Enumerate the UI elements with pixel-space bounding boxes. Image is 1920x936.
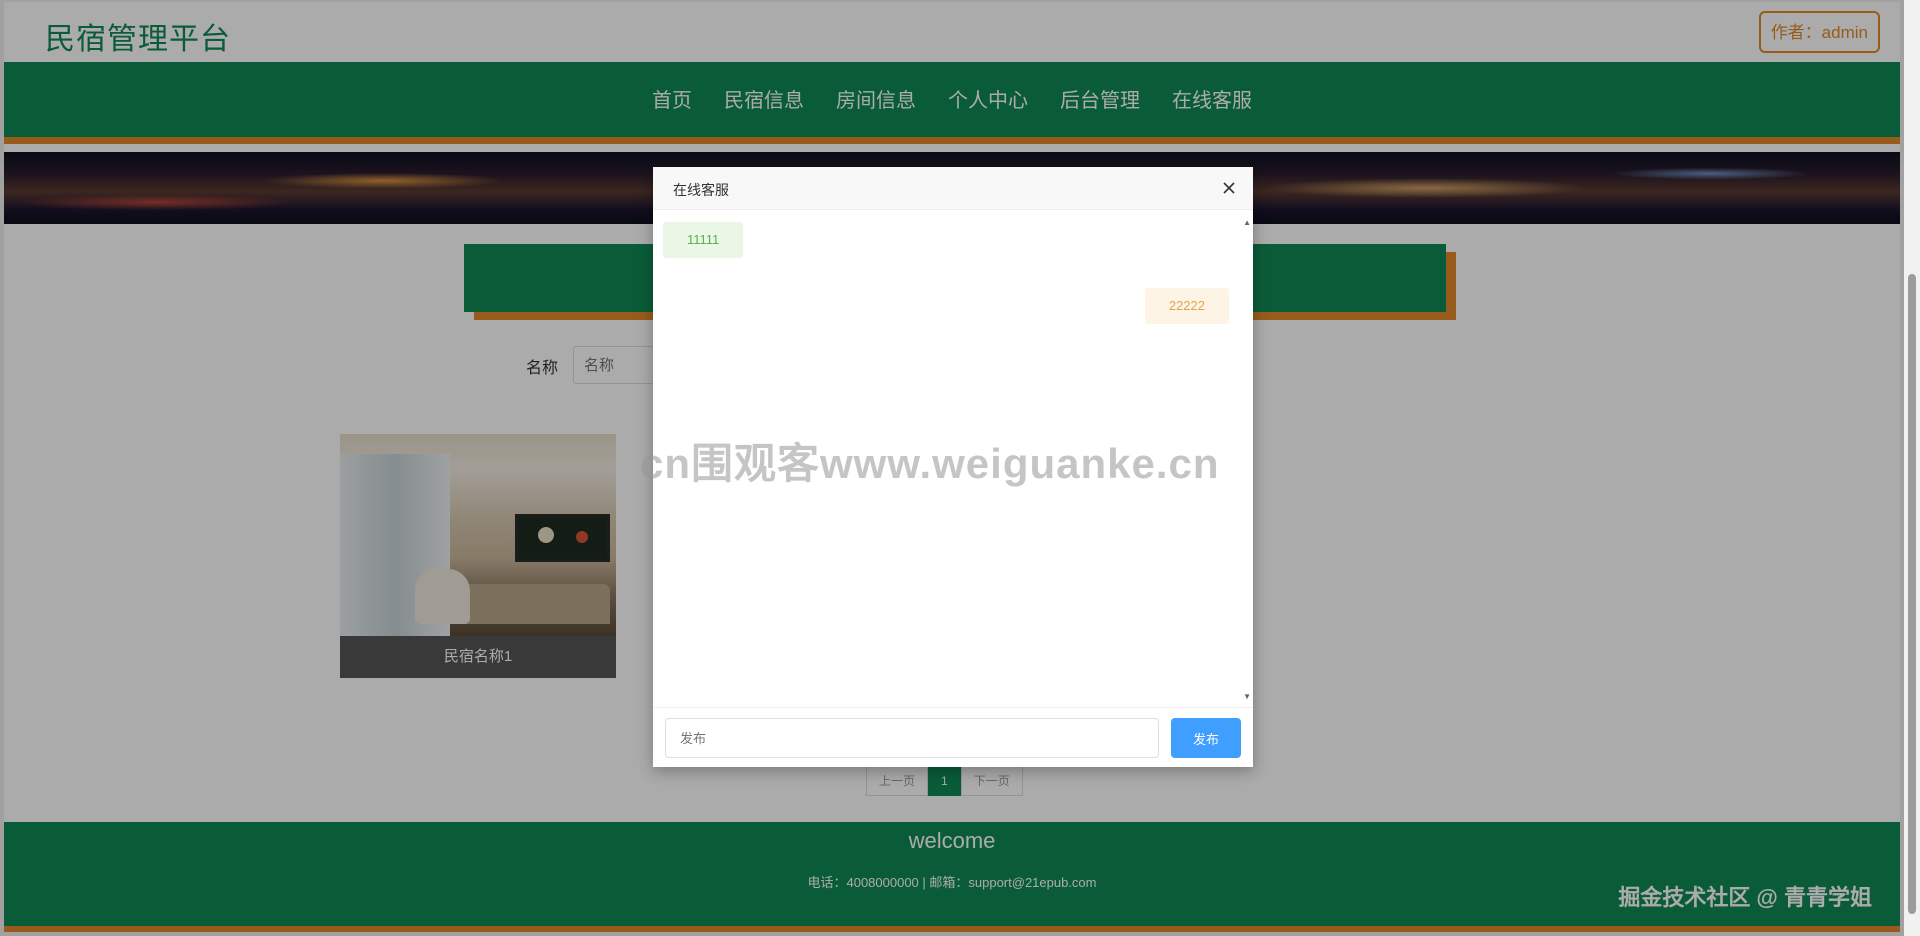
page-scrollbar-thumb[interactable] <box>1908 274 1916 914</box>
dialog-footer: 发布 <box>653 707 1253 767</box>
message-input[interactable] <box>665 718 1159 758</box>
center-watermark: cn围观客www.weiguanke.cn <box>640 440 1220 487</box>
close-icon[interactable] <box>1219 178 1239 198</box>
page-scrollbar[interactable] <box>1904 0 1920 936</box>
chat-message-received: 11111 <box>663 222 744 258</box>
dialog-header: 在线客服 <box>653 167 1253 210</box>
chat-message-sent: 22222 <box>1144 288 1229 324</box>
send-button[interactable]: 发布 <box>1171 718 1241 758</box>
dialog-title: 在线客服 <box>673 182 729 198</box>
scroll-up-arrow-icon[interactable]: ▲ <box>1243 218 1251 227</box>
scroll-down-arrow-icon[interactable]: ▼ <box>1243 692 1251 701</box>
